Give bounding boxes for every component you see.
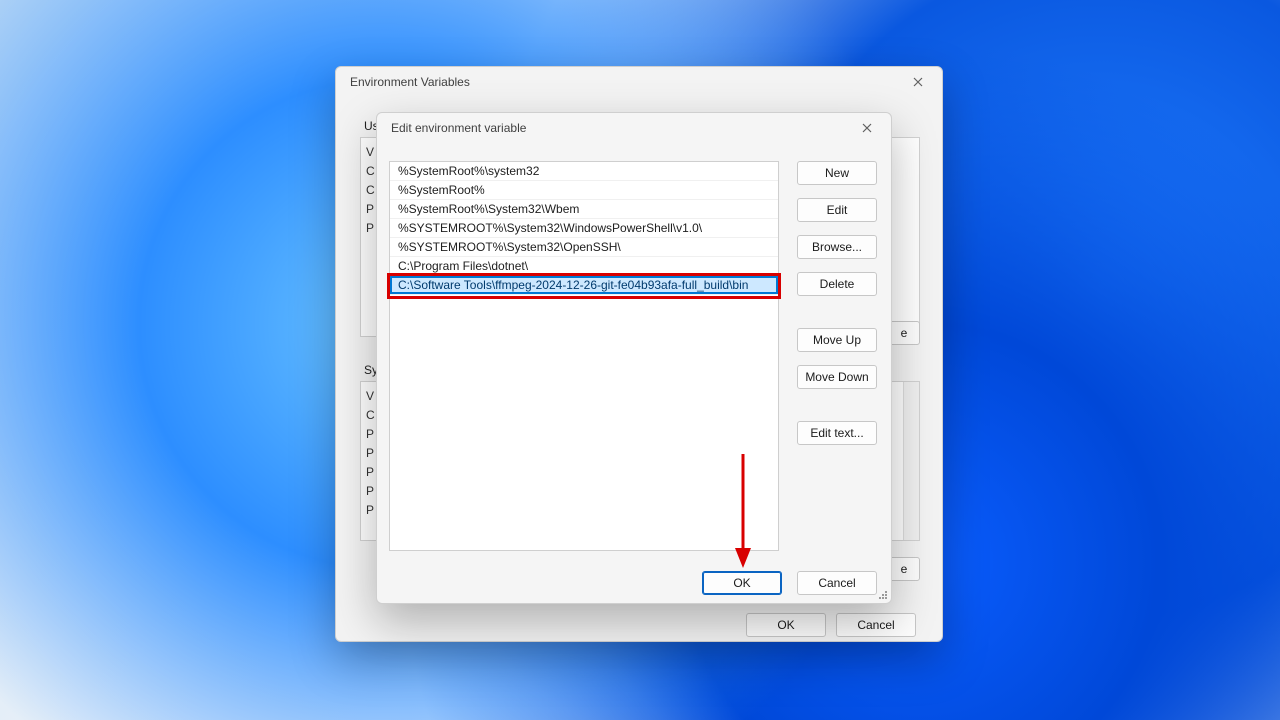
edit-env-var-dialog: Edit environment variable %SystemRoot%\s…	[376, 112, 892, 604]
path-row[interactable]: %SYSTEMROOT%\System32\WindowsPowerShell\…	[390, 219, 778, 238]
move-up-button[interactable]: Move Up	[797, 328, 877, 352]
path-row[interactable]: C:\Program Files\dotnet\	[390, 257, 778, 276]
env-ok-button[interactable]: OK	[746, 613, 826, 637]
new-button[interactable]: New	[797, 161, 877, 185]
close-icon	[913, 77, 923, 87]
edit-text-button[interactable]: Edit text...	[797, 421, 877, 445]
edit-title: Edit environment variable	[391, 121, 526, 135]
path-row[interactable]: %SystemRoot%\system32	[390, 162, 778, 181]
close-icon	[862, 123, 872, 133]
path-row[interactable]: %SYSTEMROOT%\System32\OpenSSH\	[390, 238, 778, 257]
user-vars-button-fragment[interactable]: e	[888, 321, 920, 345]
edit-close-button[interactable]	[849, 116, 885, 140]
delete-button[interactable]: Delete	[797, 272, 877, 296]
user-vars-fragment-col: V C C P P	[366, 143, 375, 238]
env-title: Environment Variables	[350, 75, 470, 89]
sys-vars-fragment-col: V C P P P P P	[366, 387, 375, 520]
sys-vars-button-fragment[interactable]: e	[888, 557, 920, 581]
path-row[interactable]: %SystemRoot%	[390, 181, 778, 200]
edit-titlebar: Edit environment variable	[377, 113, 891, 143]
browse-button[interactable]: Browse...	[797, 235, 877, 259]
sys-vars-scrollbar[interactable]	[903, 382, 919, 540]
env-close-button[interactable]	[900, 70, 936, 94]
edit-ok-button[interactable]: OK	[702, 571, 782, 595]
path-edit-input[interactable]	[390, 276, 778, 294]
env-cancel-button[interactable]: Cancel	[836, 613, 916, 637]
resize-grip[interactable]	[877, 589, 889, 601]
env-titlebar: Environment Variables	[336, 67, 942, 97]
move-down-button[interactable]: Move Down	[797, 365, 877, 389]
path-row[interactable]: %SystemRoot%\System32\Wbem	[390, 200, 778, 219]
path-row-selected[interactable]	[390, 276, 778, 295]
path-listbox[interactable]: %SystemRoot%\system32 %SystemRoot% %Syst…	[389, 161, 779, 551]
edit-cancel-button[interactable]: Cancel	[797, 571, 877, 595]
edit-button[interactable]: Edit	[797, 198, 877, 222]
